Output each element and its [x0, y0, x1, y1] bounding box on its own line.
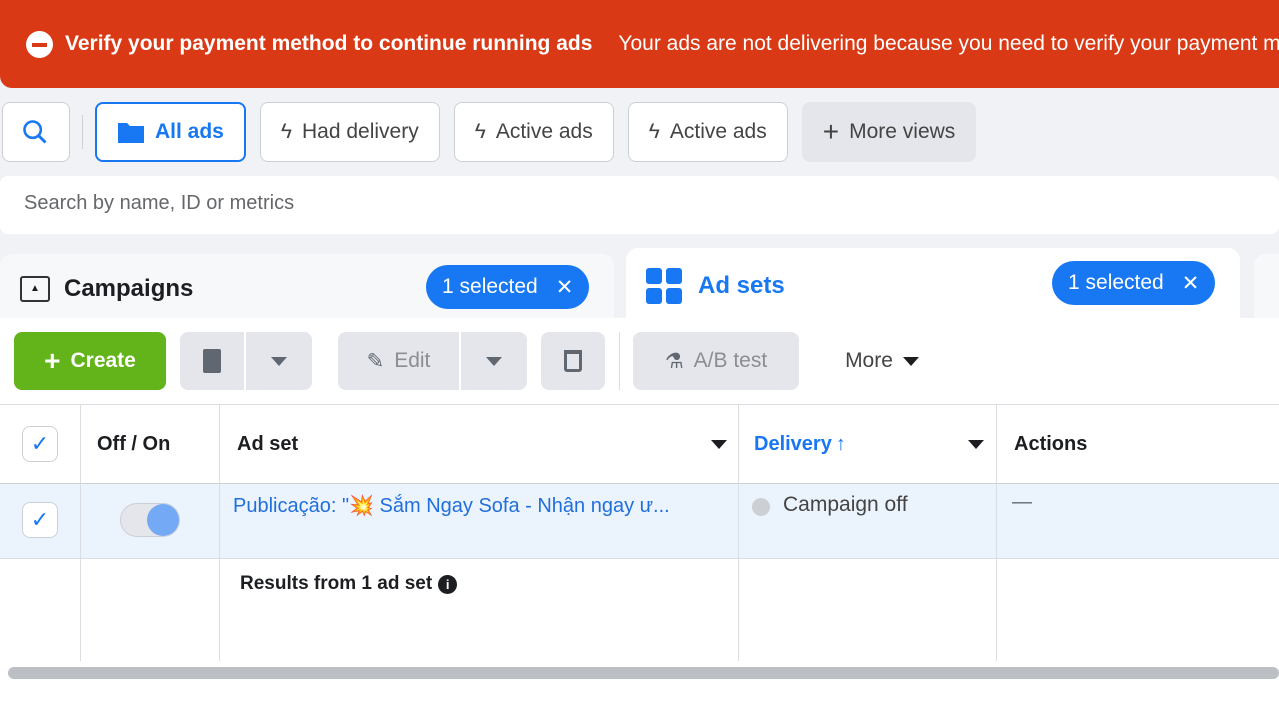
adsets-selected-pill[interactable]: 1 selected ✕	[1052, 261, 1216, 305]
view-active-ads[interactable]: ϟ Active ads	[453, 102, 614, 162]
more-label: More	[845, 349, 893, 372]
header-adset[interactable]: Ad set	[237, 405, 727, 483]
horizontal-scrollbar[interactable]	[8, 667, 1279, 679]
arrow-up-icon: ↑	[835, 432, 846, 455]
plus-icon: +	[44, 345, 61, 376]
views-bar: All ads ϟ Had delivery ϟ Active ads ϟ Activ…	[0, 102, 977, 162]
status-dot-icon	[752, 498, 770, 516]
lightning-icon: ϟ	[648, 120, 660, 143]
plus-icon: +	[822, 116, 840, 147]
toolbar: + Create ✎ Edit ⚗ A/B test More	[0, 318, 1279, 404]
header-label: Ad set	[237, 432, 299, 455]
info-icon[interactable]: i	[438, 574, 458, 594]
search-input[interactable]: Search by name, ID or metrics	[0, 176, 1279, 234]
caret-down-icon[interactable]	[968, 439, 984, 449]
flask-icon: ⚗	[664, 349, 684, 373]
select-all-checkbox[interactable]: ✓	[22, 426, 58, 462]
grid-icon	[646, 268, 682, 304]
lightning-icon: ϟ	[280, 120, 292, 143]
view-label: Had delivery	[301, 120, 419, 143]
toggle-knob	[147, 504, 179, 536]
results-summary: Results from 1 ad set i	[240, 573, 458, 595]
close-icon[interactable]: ✕	[1182, 271, 1200, 296]
close-icon[interactable]: ✕	[556, 275, 574, 300]
payment-warning-banner: Verify your payment method to continue r…	[0, 0, 1279, 88]
divider	[619, 332, 620, 390]
header-delivery[interactable]: Delivery ↑	[754, 405, 984, 483]
adset-name-link[interactable]: Publicação: "💥 Sắm Ngay Sofa - Nhận ngay…	[233, 493, 723, 518]
view-had-delivery[interactable]: ϟ Had delivery	[259, 102, 440, 162]
view-label: More views	[849, 120, 956, 143]
banner-title: Verify your payment method to continue r…	[65, 32, 593, 55]
edit-label: Edit	[394, 349, 431, 372]
tab-ads[interactable]	[1254, 254, 1279, 324]
banner-message: Your ads are not delivering because you …	[618, 32, 1279, 55]
tab-label: Ad sets	[698, 272, 785, 299]
edit-button[interactable]: ✎ Edit	[338, 332, 459, 390]
row-toggle[interactable]	[120, 503, 180, 537]
delivery-status: Campaign off	[783, 493, 908, 516]
duplicate-dropdown[interactable]	[246, 332, 312, 390]
duplicate-icon	[203, 349, 221, 373]
pencil-icon: ✎	[366, 349, 385, 373]
ab-test-label: A/B test	[693, 349, 768, 372]
tab-ad-sets[interactable]: Ad sets 1 selected ✕	[626, 248, 1240, 324]
more-button[interactable]: More	[822, 332, 942, 390]
tab-campaigns[interactable]: ▲ Campaigns 1 selected ✕	[0, 254, 614, 324]
create-button[interactable]: + Create	[14, 332, 166, 390]
row-actions: —	[1012, 491, 1032, 513]
caret-down-icon	[271, 356, 287, 366]
selected-count: 1 selected	[442, 275, 538, 298]
view-label: All ads	[155, 120, 224, 143]
lightning-icon: ϟ	[474, 120, 486, 143]
row-checkbox[interactable]: ✓	[22, 502, 58, 538]
trash-icon	[564, 350, 582, 372]
campaigns-selected-pill[interactable]: 1 selected ✕	[426, 265, 590, 309]
divider	[82, 115, 83, 149]
delete-button[interactable]	[541, 332, 605, 390]
header-offon: Off / On	[97, 432, 171, 455]
create-label: Create	[70, 349, 136, 372]
view-all-ads[interactable]: All ads	[95, 102, 246, 162]
search-icon	[23, 120, 47, 144]
duplicate-button[interactable]	[180, 332, 244, 390]
results-label: Results from 1 ad set	[240, 573, 433, 594]
minus-circle-icon	[26, 30, 53, 58]
header-actions: Actions	[1014, 432, 1088, 455]
ad-sets-table: ✓ Off / On Ad set Delivery ↑ Actions ✓ Pu…	[0, 404, 1279, 719]
tab-label: Campaigns	[64, 275, 194, 302]
folder-icon	[118, 123, 144, 143]
selected-count: 1 selected	[1068, 271, 1164, 294]
caret-down-icon[interactable]	[711, 439, 727, 449]
edit-dropdown[interactable]	[461, 332, 527, 390]
header-label: Delivery	[754, 432, 832, 455]
caret-down-icon	[902, 356, 919, 366]
view-label: Active ads	[495, 120, 593, 143]
ab-test-button[interactable]: ⚗ A/B test	[633, 332, 799, 390]
more-views-button[interactable]: + More views	[801, 102, 977, 162]
view-active-ads-2[interactable]: ϟ Active ads	[627, 102, 788, 162]
caret-down-icon	[486, 356, 502, 366]
search-toggle-button[interactable]	[2, 102, 70, 162]
view-label: Active ads	[669, 120, 767, 143]
campaign-folder-icon: ▲	[20, 276, 50, 302]
